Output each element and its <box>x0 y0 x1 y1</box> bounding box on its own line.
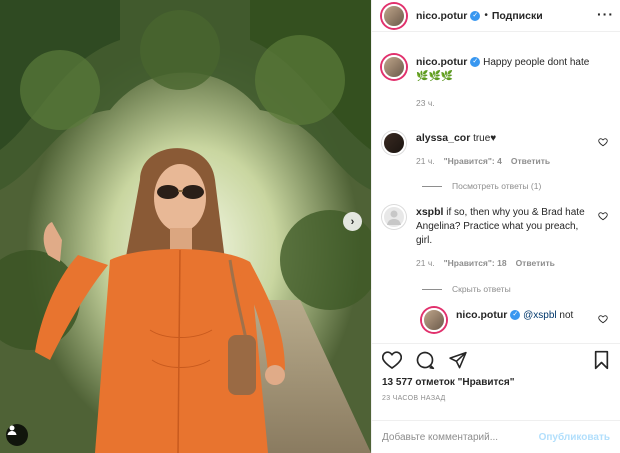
post-timestamp[interactable]: 23 часов назад <box>382 395 610 402</box>
reply-mention[interactable]: @xspbl <box>523 310 557 321</box>
follow-status-button[interactable]: Подписки <box>492 10 543 22</box>
default-avatar-icon <box>387 210 401 225</box>
hide-replies-button[interactable]: Скрыть ответы <box>422 284 610 294</box>
commenter-avatar[interactable] <box>382 205 406 229</box>
more-icon[interactable]: ··· <box>597 6 614 22</box>
tagged-users-button[interactable] <box>6 424 28 446</box>
heart-icon[interactable] <box>598 211 608 221</box>
comment-icon[interactable] <box>415 350 435 370</box>
reply-text: not <box>559 310 574 321</box>
follow-separator: • <box>484 10 488 21</box>
bookmark-icon[interactable] <box>593 350 610 370</box>
replies-line <box>422 185 442 187</box>
comment-item: alyssa_cor true♥ 21 ч. "Нравится": 4 Отв… <box>382 131 610 168</box>
view-replies-label: Посмотреть ответы (1) <box>452 181 542 191</box>
comment-text: true♥ <box>473 133 497 144</box>
comment-input[interactable] <box>382 431 539 443</box>
post-sidebar: nico.potur ✓ • Подписки ··· nico.potur ✓ … <box>371 0 620 453</box>
caption-emoji: 🌿🌿🌿 <box>416 71 454 82</box>
reply-item: nico.potur ✓ @xspbl not <box>422 308 610 332</box>
post-header: nico.potur ✓ • Подписки ··· <box>372 0 620 32</box>
caption-avatar[interactable] <box>382 55 406 79</box>
author-username[interactable]: nico.potur <box>416 10 467 22</box>
reply-button[interactable]: Ответить <box>511 154 550 168</box>
heart-icon[interactable] <box>382 350 402 370</box>
post-actions: 13 577 отметок "Нравится" 23 часов назад <box>372 343 620 402</box>
publish-button[interactable]: Опубликовать <box>539 432 610 443</box>
comments-list[interactable]: nico.potur ✓ Happy people dont hate 🌿🌿🌿 2… <box>372 33 620 343</box>
commenter-avatar[interactable] <box>382 131 406 155</box>
replies-line <box>422 288 442 290</box>
commenter-username[interactable]: xspbl <box>416 206 443 218</box>
next-photo-button[interactable]: › <box>343 212 362 231</box>
caption-text: Happy people dont hate <box>483 57 590 68</box>
verified-icon: ✓ <box>470 10 481 21</box>
verified-icon: ✓ <box>470 57 481 68</box>
comment-time[interactable]: 21 ч. <box>416 154 435 168</box>
author-avatar[interactable] <box>382 3 406 28</box>
reply-avatar[interactable] <box>422 308 446 332</box>
user-tag-icon <box>7 425 17 435</box>
reply-button[interactable]: Ответить <box>516 256 555 270</box>
chevron-right-icon: › <box>350 215 355 228</box>
comment-likes[interactable]: "Нравится": 18 <box>444 256 507 270</box>
post-photo[interactable]: › <box>0 0 371 453</box>
share-icon[interactable] <box>448 351 468 370</box>
caption-username[interactable]: nico.potur <box>416 56 467 68</box>
commenter-username[interactable]: alyssa_cor <box>416 132 470 144</box>
view-replies-button[interactable]: Посмотреть ответы (1) <box>422 181 610 191</box>
comment-likes[interactable]: "Нравится": 4 <box>444 154 502 168</box>
heart-icon[interactable] <box>598 137 608 147</box>
add-comment-bar: Опубликовать <box>372 420 620 453</box>
reply-username[interactable]: nico.potur <box>456 309 507 321</box>
likes-count[interactable]: 13 577 отметок "Нравится" <box>382 377 610 388</box>
photo-illustration <box>0 0 371 453</box>
comment-time[interactable]: 21 ч. <box>416 256 435 270</box>
heart-icon[interactable] <box>598 314 608 324</box>
comment-item: xspbl if so, then why you & Brad hate An… <box>382 205 610 270</box>
caption-time[interactable]: 23 ч. <box>416 96 435 110</box>
verified-icon: ✓ <box>510 310 521 321</box>
caption: nico.potur ✓ Happy people dont hate 🌿🌿🌿 2… <box>382 55 610 110</box>
hide-replies-label: Скрыть ответы <box>452 284 511 294</box>
